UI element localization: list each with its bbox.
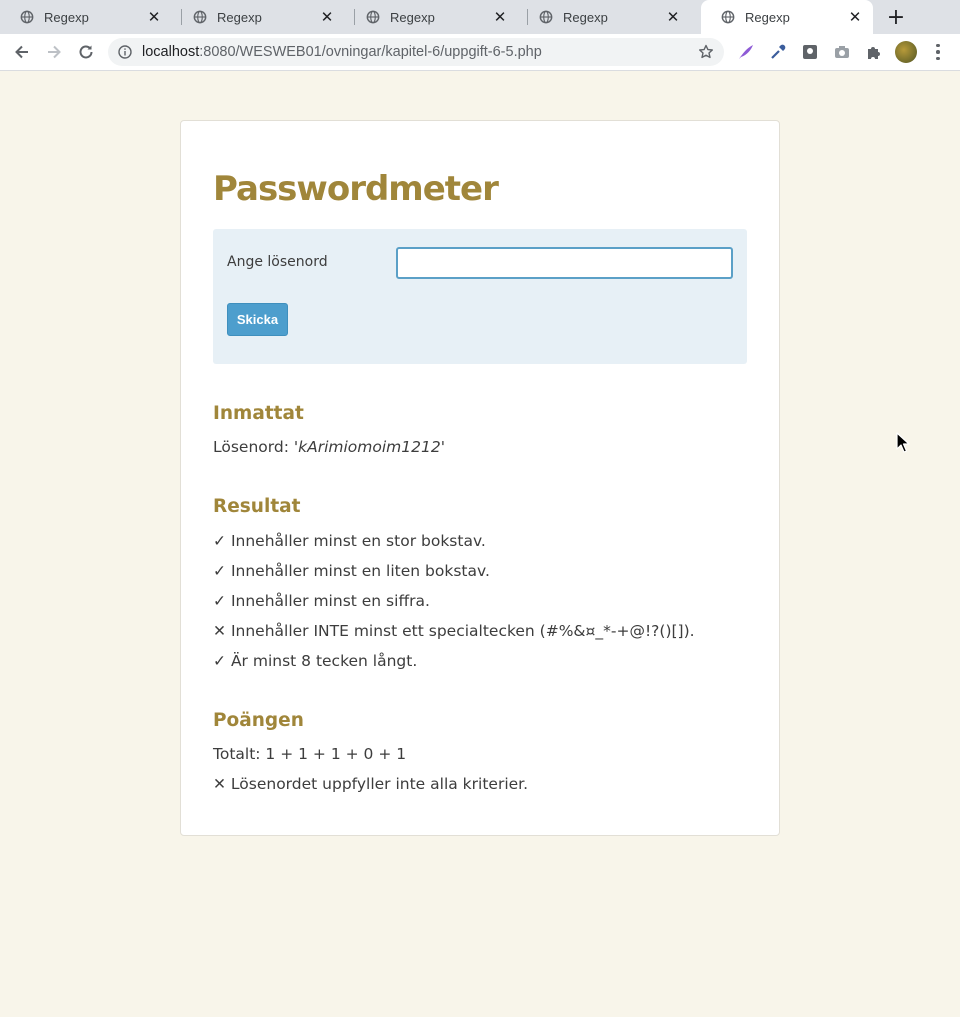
- close-icon[interactable]: ✕: [847, 8, 863, 26]
- tab-active[interactable]: Regexp ✕: [701, 0, 873, 34]
- extension-eyedropper-button[interactable]: [768, 42, 788, 62]
- close-icon[interactable]: ✕: [665, 8, 681, 26]
- password-input[interactable]: [396, 247, 733, 279]
- password-form: Ange lösenord Skicka: [213, 229, 747, 364]
- entered-heading: Inmattat: [213, 403, 304, 424]
- globe-icon: [366, 10, 380, 24]
- check-icon: ✓: [213, 562, 226, 580]
- tab[interactable]: Regexp ✕: [173, 0, 345, 34]
- back-button[interactable]: [9, 39, 35, 65]
- page-title: Passwordmeter: [213, 169, 499, 209]
- result-item-text: Innehåller minst en liten bokstav.: [230, 562, 490, 580]
- url-path: :8080/WESWEB01/ovningar/kapitel-6/uppgif…: [199, 44, 542, 60]
- entered-password-label: Lösenord:: [213, 438, 289, 456]
- result-item: ✓ Innehåller minst en liten bokstav.: [213, 562, 490, 580]
- profile-avatar[interactable]: [895, 41, 917, 63]
- extension-feather-button[interactable]: [736, 42, 756, 62]
- reload-button[interactable]: [73, 39, 99, 65]
- camera-icon: [835, 46, 849, 58]
- cross-icon: ✕: [213, 622, 226, 640]
- tab[interactable]: Regexp ✕: [0, 0, 172, 34]
- url-text: localhost:8080/WESWEB01/ovningar/kapitel…: [142, 44, 542, 60]
- tab[interactable]: Regexp ✕: [519, 0, 691, 34]
- globe-icon: [721, 10, 735, 24]
- score-heading: Poängen: [213, 710, 304, 731]
- result-item: ✓ Innehåller minst en siffra.: [213, 592, 430, 610]
- globe-icon: [20, 10, 34, 24]
- arrow-right-icon: [48, 45, 61, 59]
- result-item: ✓ Innehåller minst en stor bokstav.: [213, 532, 486, 550]
- extension-camera-button[interactable]: [832, 42, 852, 62]
- close-icon[interactable]: ✕: [146, 8, 162, 26]
- star-icon: [699, 44, 713, 59]
- close-icon[interactable]: ✕: [319, 8, 335, 26]
- password-label: Ange lösenord: [227, 254, 328, 270]
- tab[interactable]: Regexp ✕: [346, 0, 518, 34]
- puzzle-icon: [868, 47, 880, 59]
- url-host: localhost: [142, 44, 200, 60]
- extension-square-button[interactable]: [800, 42, 820, 62]
- mouse-cursor-icon: [896, 432, 910, 453]
- extensions-puzzle-button[interactable]: [864, 42, 884, 62]
- tab-title: Regexp: [44, 9, 89, 25]
- globe-icon: [193, 10, 207, 24]
- profile-square-icon: [803, 45, 817, 59]
- bookmark-star-button[interactable]: [696, 42, 716, 62]
- result-item-text: Innehåller INTE minst ett specialtecken …: [230, 622, 695, 640]
- result-item: ✕ Innehåller INTE minst ett specialtecke…: [213, 622, 695, 640]
- result-item-text: Innehåller minst en stor bokstav.: [230, 532, 486, 550]
- tab-title: Regexp: [217, 9, 262, 25]
- tab-title: Regexp: [745, 9, 790, 25]
- entered-password-line: Lösenord: 'kArimiomoim1212': [213, 438, 445, 456]
- tab-title: Regexp: [390, 9, 435, 25]
- info-icon: [118, 45, 132, 59]
- browser-menu-button[interactable]: [930, 42, 946, 62]
- entered-password-value: 'kArimiomoim1212': [293, 438, 445, 456]
- new-tab-button[interactable]: +: [884, 5, 908, 30]
- address-bar[interactable]: localhost:8080/WESWEB01/ovningar/kapitel…: [108, 38, 724, 66]
- close-icon[interactable]: ✕: [492, 8, 508, 26]
- score-verdict: ✕ Lösenordet uppfyller inte alla kriteri…: [213, 775, 529, 793]
- result-item-text: Är minst 8 tecken långt.: [230, 652, 418, 670]
- check-icon: ✓: [213, 532, 226, 550]
- content-card: Passwordmeter Ange lösenord Skicka Inmat…: [180, 120, 780, 836]
- submit-button[interactable]: Skicka: [227, 303, 288, 336]
- result-item: ✓ Är minst 8 tecken långt.: [213, 652, 417, 670]
- globe-icon: [539, 10, 553, 24]
- feather-icon: [739, 45, 753, 59]
- forward-button[interactable]: [41, 39, 67, 65]
- check-icon: ✓: [213, 652, 226, 670]
- result-heading: Resultat: [213, 496, 301, 517]
- check-icon: ✓: [213, 592, 226, 610]
- eyedropper-icon: [771, 44, 786, 59]
- score-total: Totalt: 1 + 1 + 1 + 0 + 1: [213, 745, 407, 763]
- reload-icon: [79, 45, 93, 59]
- result-item-text: Innehåller minst en siffra.: [230, 592, 430, 610]
- tab-title: Regexp: [563, 9, 608, 25]
- arrow-left-icon: [15, 45, 28, 59]
- tab-strip: Regexp ✕ Regexp ✕ Regexp ✕ Regexp ✕ Rege…: [0, 0, 960, 34]
